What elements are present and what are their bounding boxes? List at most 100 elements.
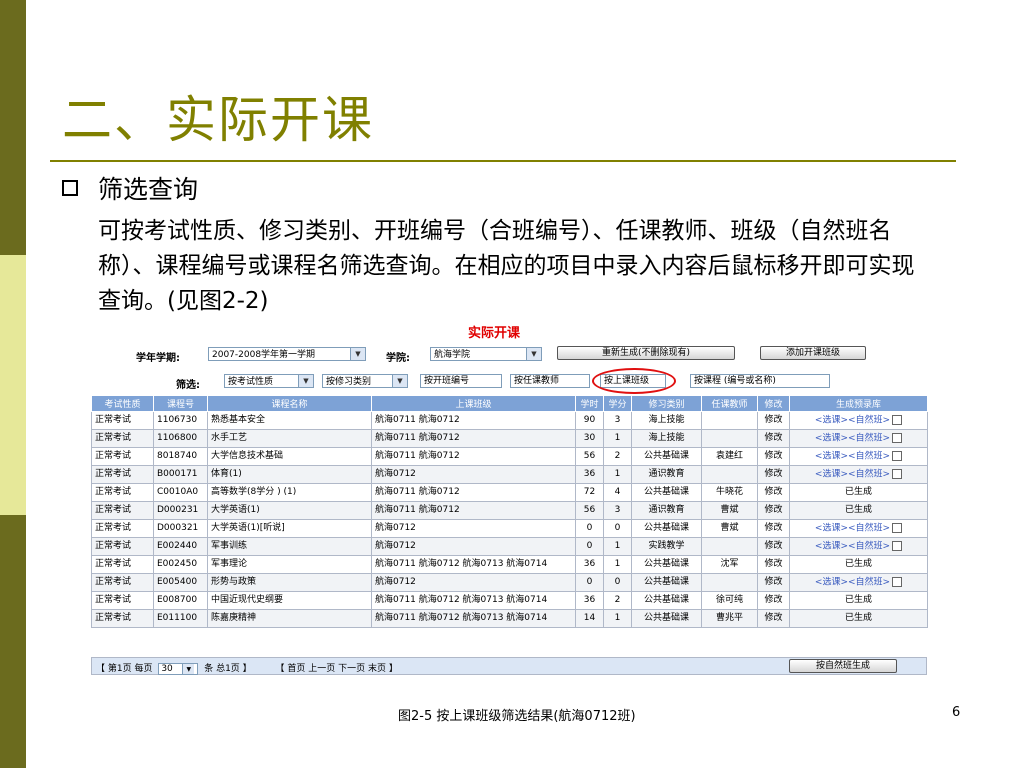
chevron-down-icon: ▼ bbox=[182, 663, 195, 674]
add-class-button[interactable]: 添加开课班级 bbox=[760, 346, 866, 360]
generate-status[interactable]: <选课><自然班> bbox=[815, 416, 890, 426]
edit-link[interactable]: 修改 bbox=[757, 483, 790, 502]
teacher-cell bbox=[701, 537, 758, 556]
pager-bar: 【 第1页 每页 30 ▼ 条 总1页 】 【 首页 上一页 下一页 末页 】 按… bbox=[91, 657, 927, 675]
generate-status: 已生成 bbox=[844, 505, 872, 515]
credit-cell: 1 bbox=[603, 429, 632, 448]
edit-link[interactable]: 修改 bbox=[757, 591, 790, 610]
course-name-cell: 陈嘉庚精神 bbox=[207, 609, 372, 628]
class-cell: 航海0711 航海0712 bbox=[371, 447, 576, 466]
hours-cell: 30 bbox=[575, 429, 604, 448]
exam-type-cell: 正常考试 bbox=[91, 591, 154, 610]
generate-status: 已生成 bbox=[844, 559, 872, 569]
teacher-cell bbox=[701, 411, 758, 430]
generate-status[interactable]: <选课><自然班> bbox=[815, 434, 890, 444]
column-header[interactable]: 任课教师 bbox=[701, 395, 758, 412]
column-header[interactable]: 上课班级 bbox=[371, 395, 576, 412]
edit-link[interactable]: 修改 bbox=[757, 573, 790, 592]
column-header[interactable]: 考试性质 bbox=[91, 395, 154, 412]
study-type-cell: 公共基础课 bbox=[631, 609, 702, 628]
row-checkbox[interactable] bbox=[892, 415, 903, 426]
course-name-cell: 大学信息技术基础 bbox=[207, 447, 372, 466]
generate-status[interactable]: <选课><自然班> bbox=[815, 470, 890, 480]
row-checkbox[interactable] bbox=[892, 523, 903, 534]
edit-link[interactable]: 修改 bbox=[757, 411, 790, 430]
college-select[interactable]: 航海学院 ▼ bbox=[430, 347, 542, 361]
hours-cell: 0 bbox=[575, 519, 604, 538]
app-title: 实际开课 bbox=[468, 326, 521, 341]
row-checkbox[interactable] bbox=[892, 577, 903, 588]
row-checkbox[interactable] bbox=[892, 469, 903, 480]
exam-type-cell: 正常考试 bbox=[91, 573, 154, 592]
course-name-cell: 高等数学(8学分 ) (1) bbox=[207, 483, 372, 502]
table-row: 正常考试 B000171 体育(1) 航海0712 36 1 通识教育 修改 <选课><自然班> bbox=[91, 465, 928, 484]
exam-type-cell: 正常考试 bbox=[91, 483, 154, 502]
pager-nav[interactable]: 【 首页 上一页 下一页 末页 】 bbox=[276, 664, 398, 674]
chevron-down-icon: ▼ bbox=[392, 375, 407, 387]
study-type-cell: 公共基础课 bbox=[631, 591, 702, 610]
column-header[interactable]: 课程名称 bbox=[207, 395, 372, 412]
edit-link[interactable]: 修改 bbox=[757, 555, 790, 574]
generate-status[interactable]: <选课><自然班> bbox=[815, 542, 890, 552]
term-select[interactable]: 2007-2008学年第一学期 ▼ bbox=[208, 347, 366, 361]
teacher-cell bbox=[701, 573, 758, 592]
course-filter[interactable]: 按课程 (编号或名称) bbox=[690, 374, 830, 388]
class-cell: 航海0712 bbox=[371, 573, 576, 592]
row-checkbox[interactable] bbox=[892, 451, 903, 462]
highlight-circle bbox=[592, 368, 676, 394]
class-cell: 航海0711 航海0712 航海0713 航海0714 bbox=[371, 591, 576, 610]
course-name-cell: 水手工艺 bbox=[207, 429, 372, 448]
edit-link[interactable]: 修改 bbox=[757, 429, 790, 448]
generate-by-class-button[interactable]: 按自然班生成 bbox=[789, 659, 897, 673]
hours-cell: 72 bbox=[575, 483, 604, 502]
generate-status[interactable]: <选课><自然班> bbox=[815, 578, 890, 588]
regenerate-button[interactable]: 重新生成(不删除现有) bbox=[557, 346, 735, 360]
row-checkbox[interactable] bbox=[892, 541, 903, 552]
teacher-cell bbox=[701, 465, 758, 484]
column-header[interactable]: 修习类别 bbox=[631, 395, 702, 412]
study-type-cell: 海上技能 bbox=[631, 429, 702, 448]
generate-cell: 已生成 bbox=[789, 591, 928, 610]
chevron-down-icon: ▼ bbox=[526, 348, 541, 360]
exam-type-cell: 正常考试 bbox=[91, 555, 154, 574]
teacher-cell: 曹斌 bbox=[701, 501, 758, 520]
course-name-cell: 熟悉基本安全 bbox=[207, 411, 372, 430]
edit-link[interactable]: 修改 bbox=[757, 465, 790, 484]
column-header[interactable]: 生成预录库 bbox=[789, 395, 928, 412]
page-size-select[interactable]: 30 ▼ bbox=[158, 662, 199, 675]
teacher-cell: 沈军 bbox=[701, 555, 758, 574]
study-type-cell: 通识教育 bbox=[631, 501, 702, 520]
figure-caption: 图2-5 按上课班级筛选结果(航海0712班) bbox=[398, 709, 636, 724]
course-code-cell: D000321 bbox=[153, 519, 208, 538]
edit-link[interactable]: 修改 bbox=[757, 501, 790, 520]
study-type-cell: 通识教育 bbox=[631, 465, 702, 484]
exam-type-cell: 正常考试 bbox=[91, 447, 154, 466]
table-row: 正常考试 D000321 大学英语(1)[听说] 航海0712 0 0 公共基础课 曹斌 修改 <… bbox=[91, 519, 928, 538]
course-code-cell: D000231 bbox=[153, 501, 208, 520]
exam-type-filter[interactable]: 按考试性质 ▼ bbox=[224, 374, 314, 388]
edit-link[interactable]: 修改 bbox=[757, 537, 790, 556]
column-header[interactable]: 课程号 bbox=[153, 395, 208, 412]
course-code-cell: E002440 bbox=[153, 537, 208, 556]
edit-link[interactable]: 修改 bbox=[757, 447, 790, 466]
row-checkbox[interactable] bbox=[892, 433, 903, 444]
generate-status[interactable]: <选课><自然班> bbox=[815, 452, 890, 462]
class-cell: 航海0711 航海0712 bbox=[371, 483, 576, 502]
exam-type-cell: 正常考试 bbox=[91, 537, 154, 556]
generate-status[interactable]: <选课><自然班> bbox=[815, 524, 890, 534]
study-type-filter[interactable]: 按修习类别 ▼ bbox=[322, 374, 408, 388]
credit-cell: 0 bbox=[603, 573, 632, 592]
course-code-cell: B000171 bbox=[153, 465, 208, 484]
credit-cell: 3 bbox=[603, 501, 632, 520]
column-header[interactable]: 学分 bbox=[603, 395, 632, 412]
column-header[interactable]: 学时 bbox=[575, 395, 604, 412]
teacher-filter[interactable]: 按任课教师 bbox=[510, 374, 590, 388]
class-code-filter[interactable]: 按开班编号 bbox=[420, 374, 502, 388]
credit-cell: 2 bbox=[603, 447, 632, 466]
column-header[interactable]: 修改 bbox=[757, 395, 790, 412]
edit-link[interactable]: 修改 bbox=[757, 609, 790, 628]
term-label: 学年学期: bbox=[136, 353, 180, 364]
edit-link[interactable]: 修改 bbox=[757, 519, 790, 538]
study-type-cell: 实践教学 bbox=[631, 537, 702, 556]
chevron-down-icon: ▼ bbox=[350, 348, 365, 360]
